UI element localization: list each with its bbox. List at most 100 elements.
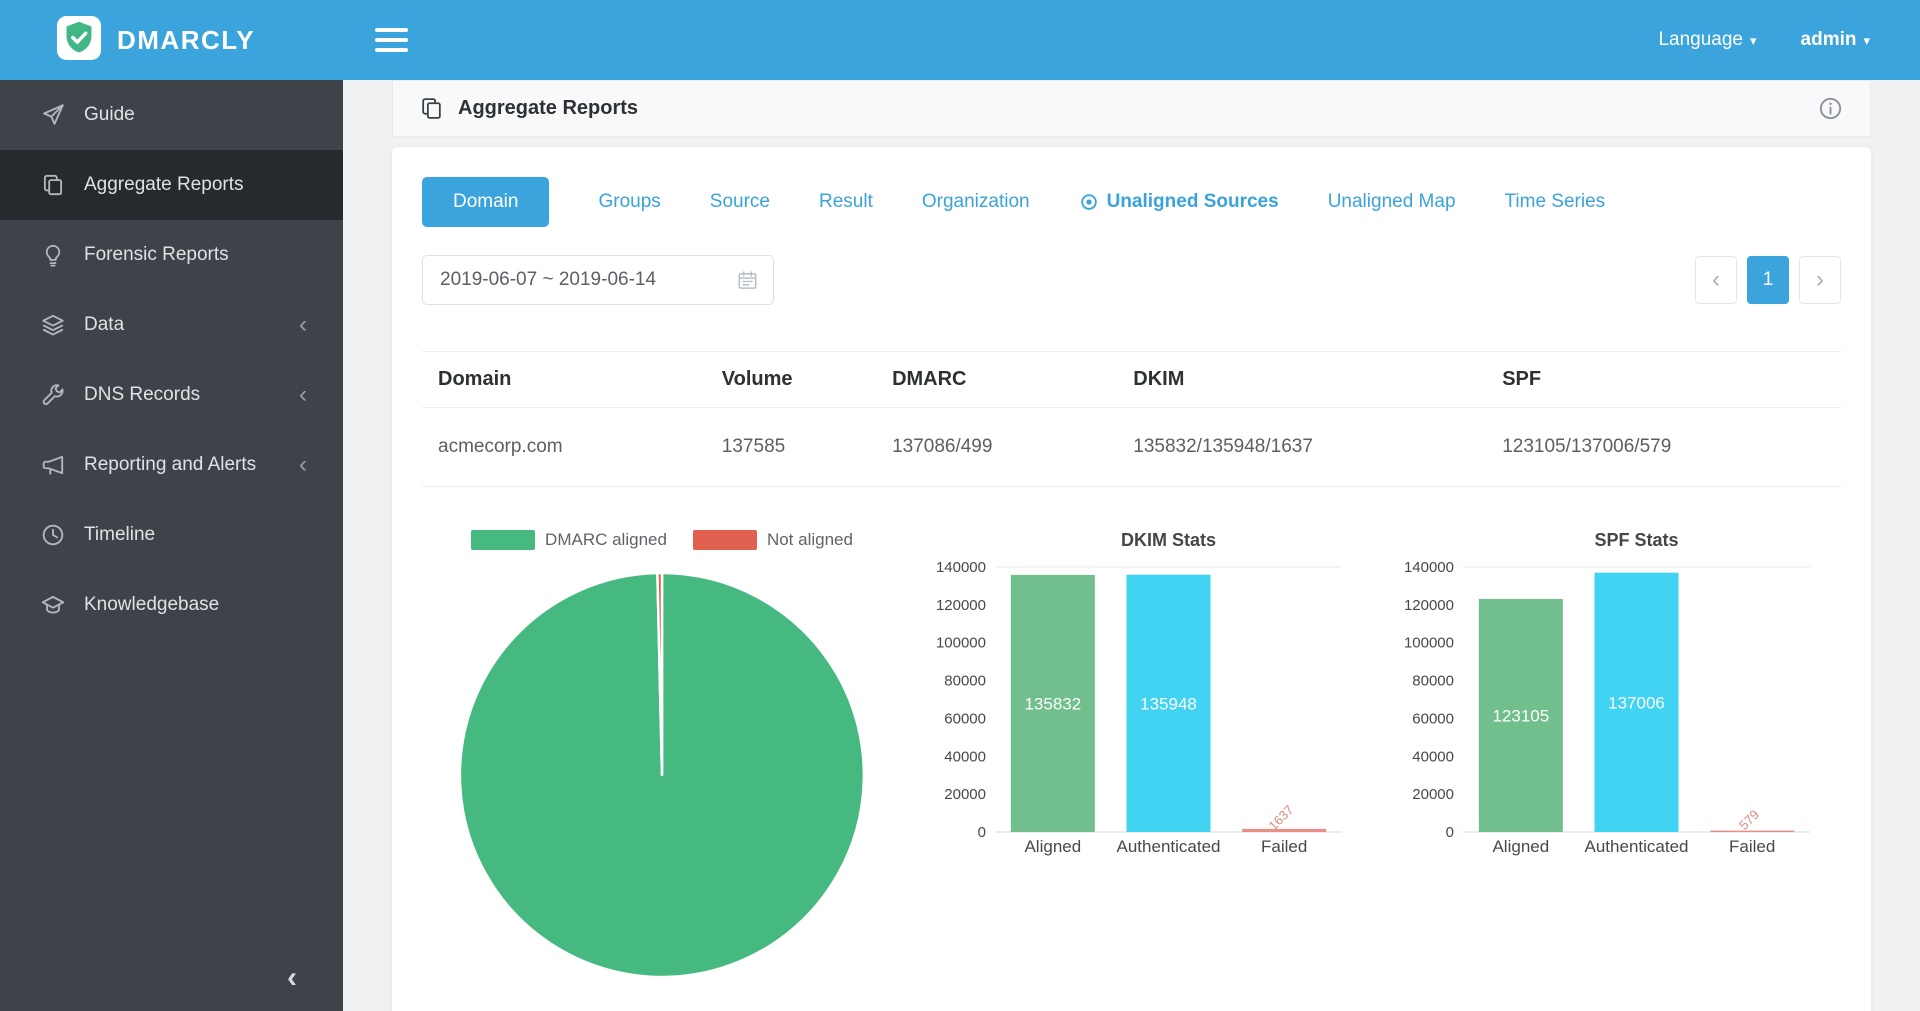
chevron-left-icon: ‹	[299, 383, 307, 407]
tab-domain[interactable]: Domain	[422, 177, 549, 227]
collapse-sidebar-button[interactable]: ‹	[0, 945, 343, 1011]
sidebar-item-aggregate-reports[interactable]: Aggregate Reports	[0, 150, 343, 220]
tab-label: Unaligned Map	[1328, 191, 1456, 213]
table-cell: acmecorp.com	[422, 408, 706, 487]
aggregate-reports-card: Domain Groups Source Result Organization Unal…	[392, 147, 1871, 1011]
report-pages-icon	[419, 96, 444, 121]
data-icon	[40, 312, 66, 338]
dmarc-alignment-pie-block: DMARC aligned Not aligned	[422, 527, 902, 983]
svg-text:Failed: Failed	[1729, 837, 1775, 856]
svg-text:80000: 80000	[1412, 673, 1454, 690]
svg-text:60000: 60000	[944, 710, 986, 727]
dkim-chart-title: DKIM Stats	[910, 527, 1350, 553]
tab-label: Organization	[922, 191, 1030, 213]
svg-text:140000: 140000	[936, 559, 986, 576]
tab-result[interactable]: Result	[819, 191, 873, 213]
column-header-dmarc: DMARC	[876, 352, 1117, 408]
sidebar-item-knowledgebase[interactable]: Knowledgebase	[0, 570, 343, 640]
tab-label: Groups	[598, 191, 660, 213]
chevron-left-icon: ‹	[287, 961, 297, 995]
table-cell: 123105/137006/579	[1486, 408, 1841, 487]
sidebar-item-label: Aggregate Reports	[84, 174, 244, 196]
svg-text:80000: 80000	[944, 673, 986, 690]
sidebar-item-label: Guide	[84, 104, 135, 126]
table-cell: 135832/135948/1637	[1117, 408, 1486, 487]
sidebar-item-dns-records[interactable]: DNS Records ‹	[0, 360, 343, 430]
language-dropdown[interactable]: Language ▾	[1658, 29, 1756, 51]
pagination: ‹ 1 ›	[1695, 256, 1841, 304]
svg-text:100000: 100000	[936, 635, 986, 652]
svg-text:0: 0	[1446, 824, 1454, 841]
sidebar-item-timeline[interactable]: Timeline	[0, 500, 343, 570]
svg-text:20000: 20000	[944, 786, 986, 803]
topbar-right: Language ▾ admin ▾	[1658, 29, 1920, 51]
page-title: Aggregate Reports	[458, 97, 638, 120]
svg-text:0: 0	[978, 824, 986, 841]
chevron-down-icon: ▾	[1750, 34, 1757, 47]
target-icon	[1079, 192, 1099, 212]
controls-row: 2019-06-07 ~ 2019-06-14 ‹ 1 ›	[422, 255, 1841, 305]
spf-chart-title: SPF Stats	[1378, 527, 1818, 553]
legend-item-not-aligned: Not aligned	[693, 530, 853, 550]
reporting-alerts-icon	[40, 452, 66, 478]
tab-label: Domain	[453, 191, 518, 213]
sidebar-item-forensic-reports[interactable]: Forensic Reports	[0, 220, 343, 290]
tab-time-series[interactable]: Time Series	[1505, 191, 1606, 213]
hamburger-menu-icon[interactable]	[369, 22, 414, 58]
svg-text:Failed: Failed	[1261, 837, 1307, 856]
svg-text:140000: 140000	[1404, 559, 1454, 576]
tab-unaligned-map[interactable]: Unaligned Map	[1328, 191, 1456, 213]
column-header-dkim: DKIM	[1117, 352, 1486, 408]
table-header-row: DomainVolumeDMARCDKIMSPF	[422, 352, 1841, 408]
svg-text:Authenticated: Authenticated	[1117, 837, 1221, 856]
timeline-icon	[40, 522, 66, 548]
sidebar-item-data[interactable]: Data‹	[0, 290, 343, 360]
svg-text:120000: 120000	[1404, 597, 1454, 614]
pagination-next-button[interactable]: ›	[1799, 256, 1841, 304]
user-dropdown[interactable]: admin ▾	[1801, 29, 1870, 51]
chevron-right-icon: ›	[1816, 266, 1824, 294]
table-cell: 137585	[706, 408, 876, 487]
report-tabs: Domain Groups Source Result Organization Unal…	[422, 177, 1841, 227]
brand-name: DMARCLY	[117, 25, 255, 56]
legend-label: DMARC aligned	[545, 530, 667, 550]
info-icon[interactable]	[1817, 95, 1844, 122]
sidebar-item-reporting-and-alerts[interactable]: Reporting and Alerts ‹	[0, 430, 343, 500]
column-header-volume: Volume	[706, 352, 876, 408]
tab-organization[interactable]: Organization	[922, 191, 1030, 213]
tab-unaligned-sources[interactable]: Unaligned Sources	[1079, 191, 1279, 213]
top-bar: DMARCLY Language ▾ admin ▾	[0, 0, 1920, 80]
username-label: admin	[1801, 29, 1857, 51]
legend-swatch-notaligned	[693, 530, 757, 550]
aggregate-report-table: DomainVolumeDMARCDKIMSPF acmecorp.com137…	[422, 351, 1841, 487]
pagination-prev-button[interactable]: ‹	[1695, 256, 1737, 304]
dkim-stats-block: DKIM Stats 0 20000 40000 60000 80000 100000 12…	[910, 527, 1350, 857]
svg-text:123105: 123105	[1492, 706, 1549, 725]
date-range-picker[interactable]: 2019-06-07 ~ 2019-06-14	[422, 255, 774, 305]
tab-source[interactable]: Source	[710, 191, 770, 213]
sidebar-nav: Guide Aggregate Reports Forensic ReportsDa…	[0, 80, 343, 945]
tab-label: Result	[819, 191, 873, 213]
sidebar: Guide Aggregate Reports Forensic ReportsDa…	[0, 80, 343, 1011]
chevron-left-icon: ‹	[1712, 266, 1720, 294]
tab-label: Unaligned Sources	[1107, 191, 1279, 213]
chevron-left-icon: ‹	[299, 453, 307, 477]
sidebar-item-label: Reporting and Alerts	[84, 454, 256, 476]
svg-text:100000: 100000	[1404, 635, 1454, 652]
brand-shield-icon	[56, 15, 102, 66]
dns-records-icon	[40, 382, 66, 408]
pagination-page-1-button[interactable]: 1	[1747, 256, 1789, 304]
svg-text:120000: 120000	[936, 597, 986, 614]
forensic-reports-icon	[40, 242, 66, 268]
svg-text:60000: 60000	[1412, 710, 1454, 727]
calendar-icon	[736, 269, 759, 292]
chevron-down-icon: ▾	[1863, 34, 1870, 47]
svg-text:40000: 40000	[944, 748, 986, 765]
sidebar-item-guide[interactable]: Guide	[0, 80, 343, 150]
tab-groups[interactable]: Groups	[598, 191, 660, 213]
sidebar-item-label: DNS Records	[84, 384, 200, 406]
tab-label: Source	[710, 191, 770, 213]
legend-item-aligned: DMARC aligned	[471, 530, 667, 550]
guide-icon	[40, 102, 66, 128]
brand[interactable]: DMARCLY	[0, 15, 343, 66]
